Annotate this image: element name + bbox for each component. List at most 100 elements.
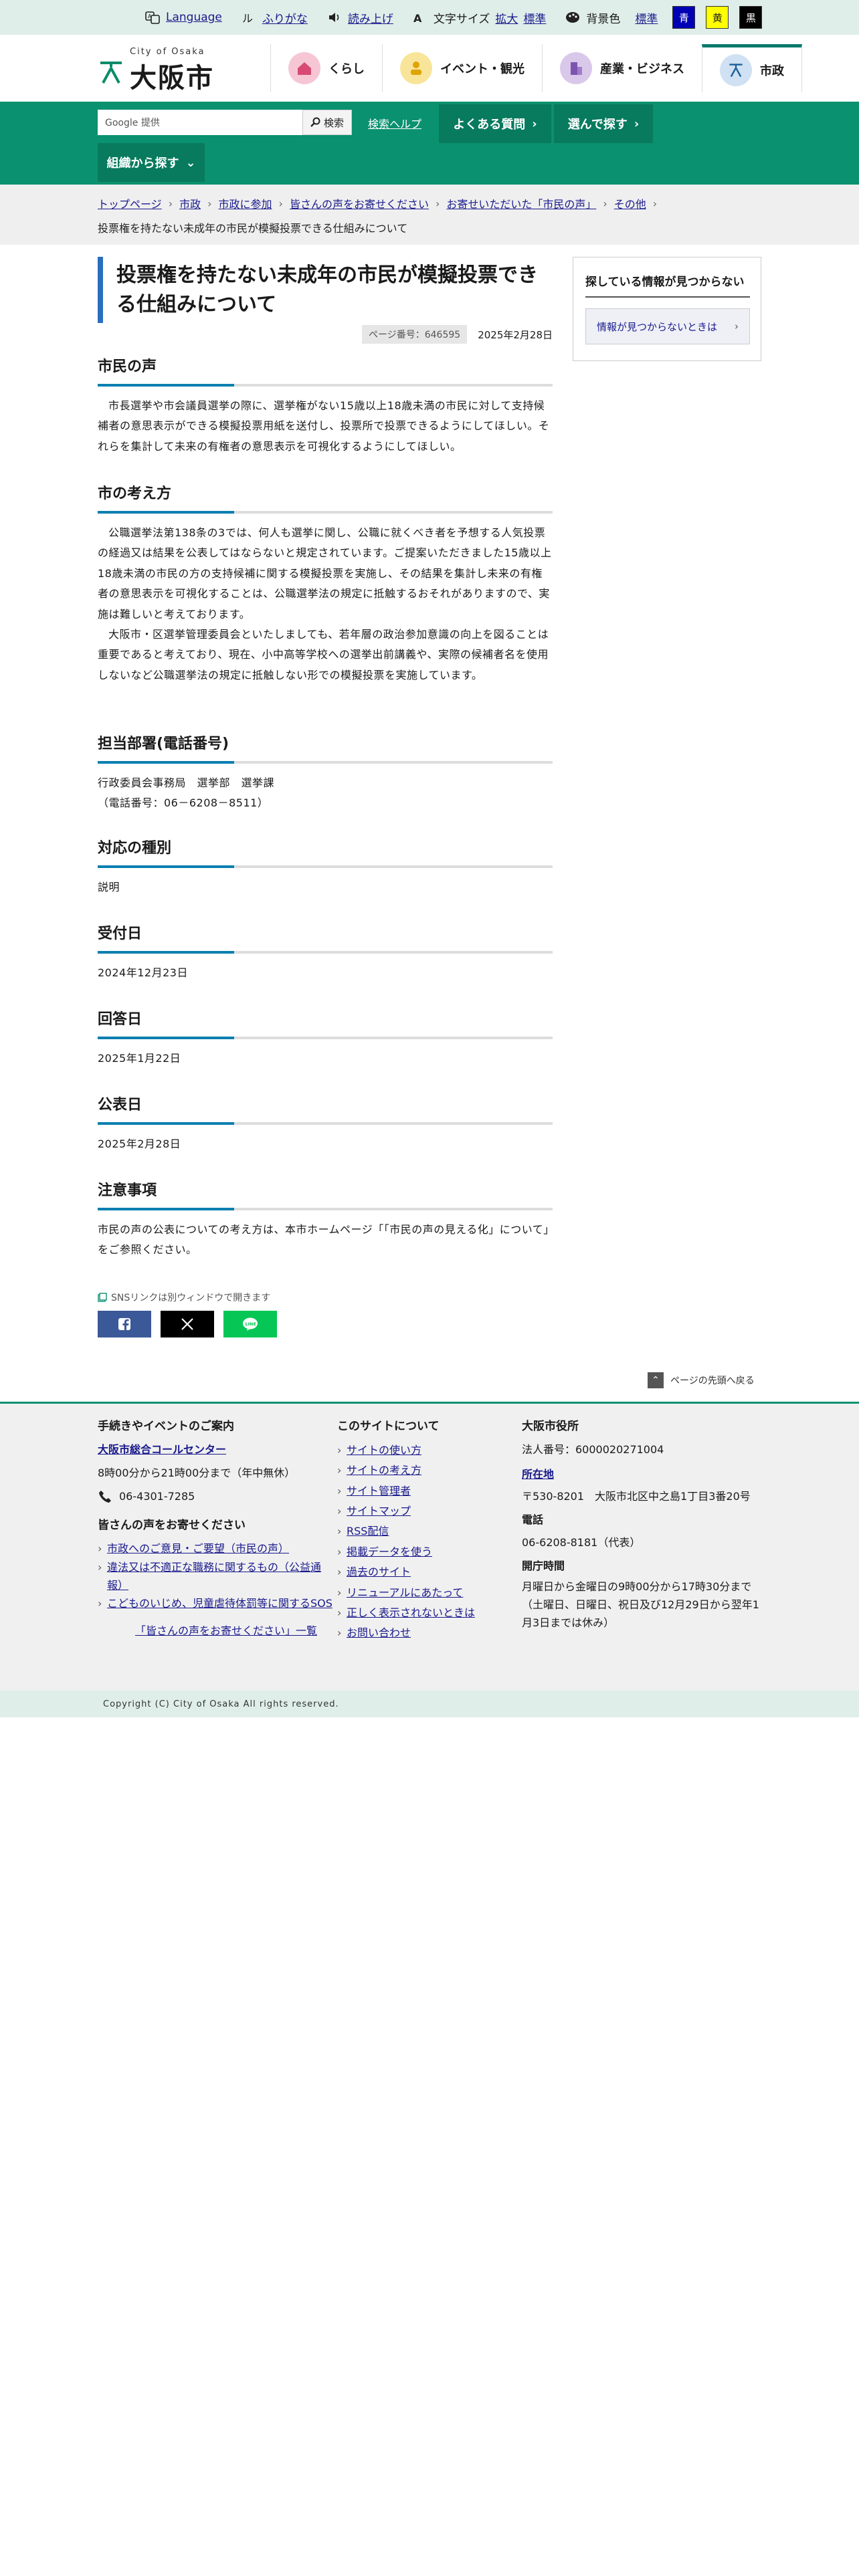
bg-blue-button[interactable]: 青 bbox=[672, 6, 696, 29]
voice-link[interactable]: 市政へのご意見・ご要望（市民の声） bbox=[107, 1542, 289, 1555]
voice-link[interactable]: 違法又は不適正な職務に関するもの（公益通報） bbox=[107, 1561, 321, 1592]
corporate-number: 法人番号：6000020271004 bbox=[522, 1442, 664, 1456]
search-placeholder: Google 提供 bbox=[105, 118, 160, 128]
city-emblem-icon bbox=[720, 53, 752, 86]
about-link[interactable]: 正しく表示されないときは bbox=[347, 1606, 475, 1619]
section-received-date: 受付日 2024年12月23日 bbox=[98, 922, 553, 983]
about-link[interactable]: リニューアルにあたって bbox=[347, 1586, 463, 1599]
furigana-link[interactable]: ル ふりがな bbox=[241, 9, 308, 26]
section-heading: 市の考え方 bbox=[98, 481, 553, 514]
section-answer-date: 回答日 2025年1月22日 bbox=[98, 1007, 553, 1069]
readaloud-label[interactable]: 読み上げ bbox=[348, 9, 393, 26]
textsize-normal-link[interactable]: 標準 bbox=[523, 9, 546, 26]
about-link[interactable]: サイトの使い方 bbox=[347, 1444, 421, 1457]
site-logo[interactable]: City of Osaka 大阪市 bbox=[98, 47, 225, 94]
address: 〒530-8201 大阪市北区中之島1丁目3番20号 bbox=[522, 1490, 751, 1503]
breadcrumb-item[interactable]: 市政に参加 bbox=[219, 195, 272, 211]
section-body: 大阪市・区選挙管理委員会といたしましても、若年層の政治参加意識の向上を図ることは… bbox=[98, 627, 549, 681]
choose-button[interactable]: 選んで探す › bbox=[554, 104, 653, 143]
choose-label: 選んで探す bbox=[567, 118, 628, 132]
breadcrumb-item[interactable]: 皆さんの声をお寄せください bbox=[290, 195, 429, 211]
callcenter-link[interactable]: 大阪市総合コールセンター bbox=[98, 1443, 226, 1456]
search-button-label: 検索 bbox=[323, 116, 344, 129]
breadcrumb-item[interactable]: その他 bbox=[614, 195, 646, 211]
footer-col-cityhall: 大阪市役所 法人番号：6000020271004 所在地 〒530-8201 大… bbox=[522, 1417, 763, 1632]
furigana-label[interactable]: ふりがな bbox=[262, 9, 308, 26]
nav-item-event[interactable]: イベント・観光 bbox=[382, 44, 542, 92]
textsize-large-link[interactable]: 拡大 bbox=[495, 9, 518, 26]
breadcrumb-links: トップページ › 市政 › 市政に参加 › 皆さんの声をお寄せください › お寄せいただ… bbox=[98, 195, 664, 211]
section-heading: 回答日 bbox=[98, 1007, 553, 1039]
section-body: 行政委員会事務局 選挙部 選挙課 bbox=[98, 776, 275, 789]
bgcolor-label: 背景色 bbox=[586, 12, 621, 26]
back-to-top-label: ページの先頭へ戻る bbox=[670, 1376, 755, 1386]
nav-item-shisei[interactable]: 市政 bbox=[702, 44, 802, 92]
tel-label: 電話 bbox=[522, 1513, 544, 1527]
faq-button[interactable]: よくある質問 › bbox=[439, 104, 551, 143]
facebook-share-button[interactable] bbox=[98, 1311, 151, 1337]
hours-weekday: 月曜日から金曜日の9時00分から17時30分まで bbox=[522, 1580, 752, 1594]
org-search-button[interactable]: 組織から探す ⌄ bbox=[98, 143, 205, 182]
voice-all-link[interactable]: 「皆さんの声をお寄せください」一覧 bbox=[135, 1624, 317, 1637]
section-notes: 注意事項 市民の声の公表についての考え方は、本市ホームページ「「市民の声の見える… bbox=[98, 1178, 553, 1261]
section-body: 2025年2月28日 bbox=[98, 1138, 181, 1150]
line-icon: LINE bbox=[243, 1317, 258, 1331]
section-department: 担当部署(電話番号) 行政委員会事務局 選挙部 選挙課 （電話番号：06－620… bbox=[98, 732, 553, 814]
section-heading: 公表日 bbox=[98, 1093, 553, 1125]
page-date: 2025年2月28日 bbox=[478, 328, 553, 341]
section-body: 2025年1月22日 bbox=[98, 1052, 181, 1065]
about-link[interactable]: RSS配信 bbox=[347, 1525, 389, 1537]
utility-bar: A Language ル ふりがな 読み上げ A 文字サイズ 拡大 標準 背景色… bbox=[0, 0, 859, 35]
section-body: 市民の声の公表についての考え方は、本市ホームページ「「市民の声の見える化」につい… bbox=[98, 1223, 549, 1257]
textsize-group: A 文字サイズ 拡大 標準 bbox=[412, 9, 547, 26]
bg-yellow-button[interactable]: 黄 bbox=[706, 6, 729, 29]
address-link[interactable]: 所在地 bbox=[522, 1468, 554, 1481]
facebook-icon bbox=[118, 1318, 130, 1331]
footer-heading: このサイトについて bbox=[337, 1420, 440, 1433]
readaloud-link[interactable]: 読み上げ bbox=[326, 9, 393, 26]
breadcrumb-item[interactable]: お寄せいただいた「市民の声」 bbox=[446, 195, 596, 211]
chevron-up-icon: ⌃ bbox=[648, 1372, 664, 1388]
about-link[interactable]: お問い合わせ bbox=[347, 1626, 411, 1639]
footer-col-guide: 手続きやイベントのご案内 大阪市総合コールセンター 8時00分から21時00分ま… bbox=[98, 1417, 335, 1640]
sidebar-not-found-link[interactable]: 情報が見つからないときは › bbox=[585, 308, 750, 344]
bg-standard-link[interactable]: 標準 bbox=[635, 9, 658, 26]
about-link[interactable]: サイト管理者 bbox=[347, 1485, 411, 1497]
tel: 06-6208-8181（代表） bbox=[522, 1535, 641, 1549]
about-link[interactable]: サイトの考え方 bbox=[347, 1464, 421, 1477]
search-icon bbox=[310, 117, 320, 127]
hours-label: 開庁時間 bbox=[522, 1559, 565, 1572]
breadcrumb-item[interactable]: 市政 bbox=[179, 195, 201, 211]
language-link[interactable]: A Language bbox=[145, 9, 222, 25]
nav-label: 産業・ビジネス bbox=[600, 62, 684, 76]
search-help-link[interactable]: 検索ヘルプ bbox=[368, 115, 421, 131]
sidebar-divider bbox=[585, 296, 750, 298]
language-label[interactable]: Language bbox=[166, 11, 222, 24]
breadcrumb: トップページ › 市政 › 市政に参加 › 皆さんの声をお寄せください › お寄せいただ… bbox=[0, 185, 859, 245]
x-share-button[interactable] bbox=[161, 1311, 214, 1337]
about-link[interactable]: 掲載データを使う bbox=[347, 1545, 432, 1558]
section-response-type: 対応の種別 説明 bbox=[98, 836, 553, 897]
speaker-icon bbox=[326, 9, 343, 25]
search-button[interactable]: 検索 bbox=[302, 110, 352, 135]
section-heading: 注意事項 bbox=[98, 1178, 553, 1210]
nav-item-kurashi[interactable]: くらし bbox=[270, 44, 382, 92]
translate-icon: A bbox=[145, 9, 161, 25]
about-link[interactable]: 過去のサイト bbox=[347, 1566, 411, 1578]
chevron-right-icon: › bbox=[634, 116, 640, 131]
nav-item-business[interactable]: 産業・ビジネス bbox=[542, 44, 702, 92]
footer-col-about: このサイトについて サイトの使い方 サイトの考え方 サイト管理者 サイトマップ … bbox=[337, 1417, 511, 1644]
nav-label: 市政 bbox=[760, 64, 784, 78]
page-number: ページ番号：646595 bbox=[362, 325, 468, 344]
section-heading: 担当部署(電話番号) bbox=[98, 732, 553, 764]
voice-link[interactable]: こどものいじめ、児童虐待体罰等に関するSOS bbox=[107, 1597, 332, 1610]
line-share-button[interactable]: LINE bbox=[223, 1311, 277, 1337]
search-input[interactable]: Google 提供 bbox=[98, 110, 302, 135]
breadcrumb-item[interactable]: トップページ bbox=[98, 195, 162, 211]
back-to-top-link[interactable]: ⌃ ページの先頭へ戻る bbox=[648, 1372, 755, 1388]
chevron-right-icon: › bbox=[652, 197, 658, 210]
bg-black-button[interactable]: 黒 bbox=[739, 6, 763, 29]
about-link[interactable]: サイトマップ bbox=[347, 1505, 411, 1517]
person-icon bbox=[400, 52, 432, 84]
chevron-down-icon: ⌄ bbox=[185, 155, 196, 170]
